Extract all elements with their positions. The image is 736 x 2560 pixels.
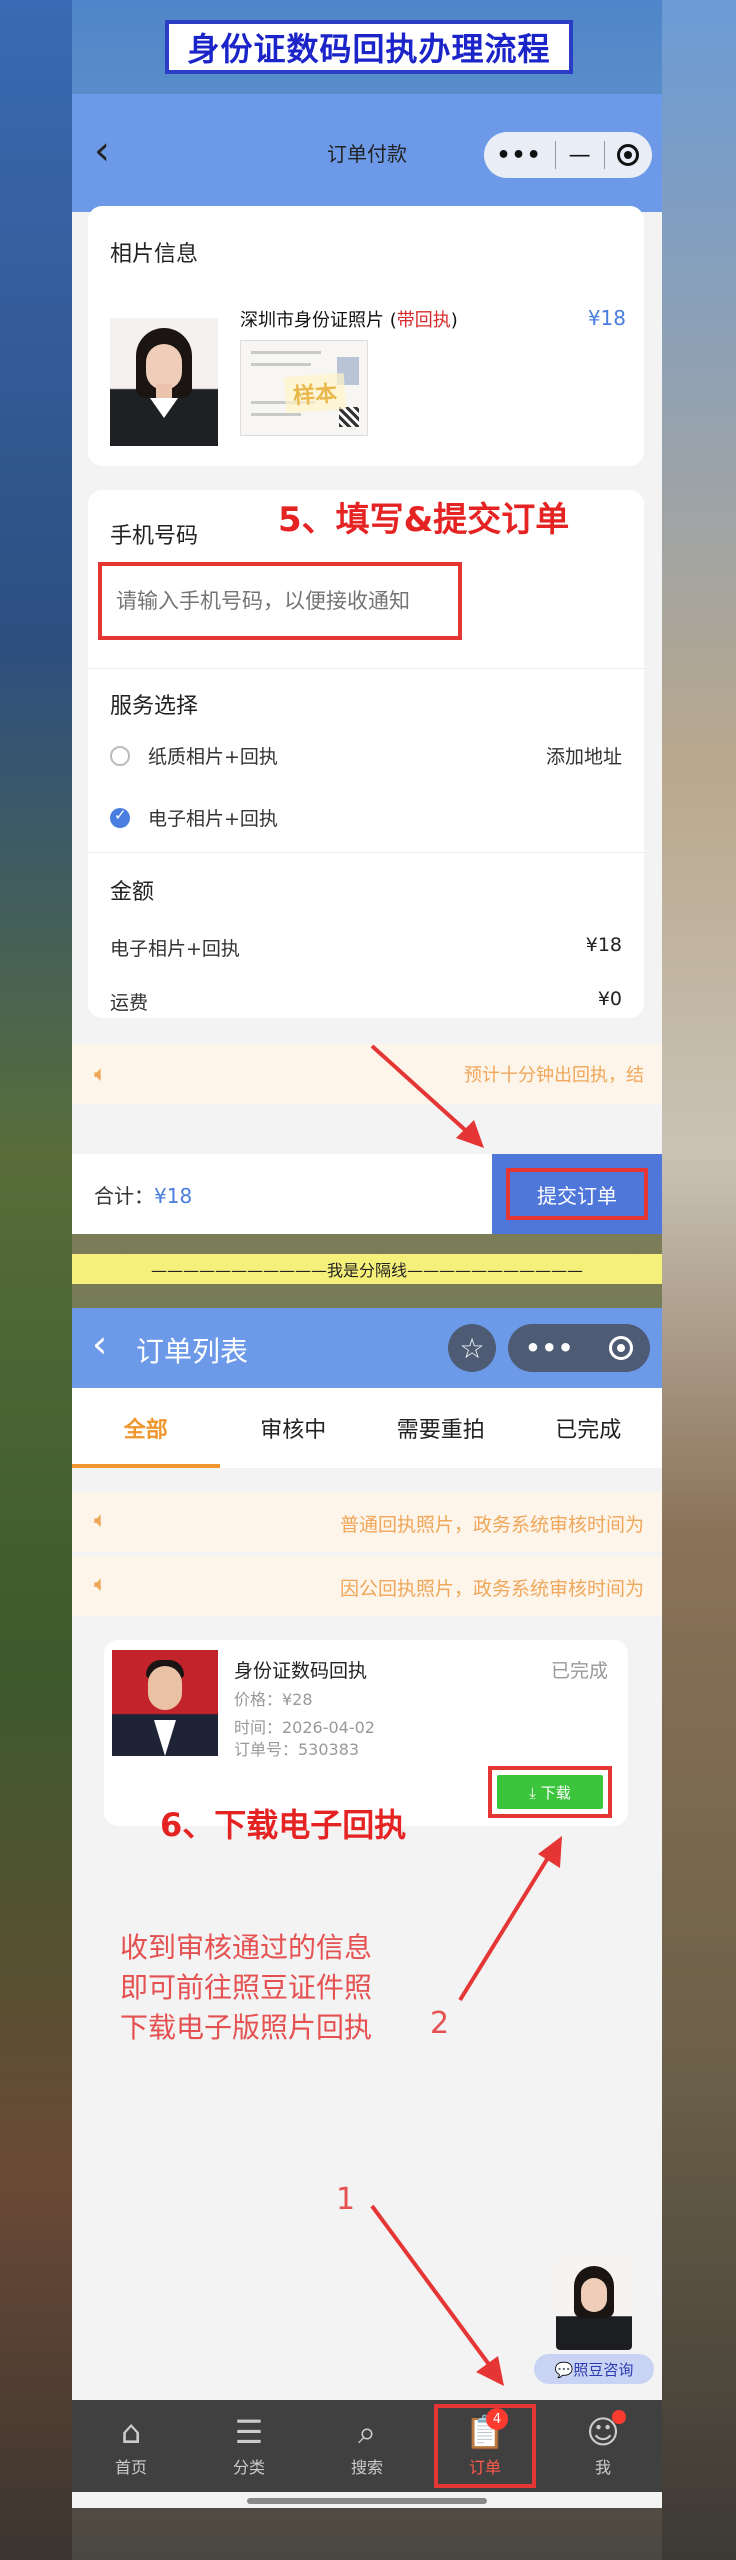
- amount-row-value: ¥18: [585, 934, 622, 956]
- product-name: 深圳市身份证照片 (带回执): [240, 310, 458, 331]
- download-highlight: ⤓ 下载: [488, 1766, 612, 1818]
- notice-bar: 🔈︎ 因公回执照片，政务系统审核时间为: [72, 1556, 662, 1616]
- marker-1: 1: [336, 2182, 356, 2217]
- background-right: [662, 0, 736, 2560]
- miniprogram-capsule: •••: [508, 1324, 650, 1372]
- section-title: 服务选择: [110, 694, 199, 719]
- order-card[interactable]: 身份证数码回执 已完成 价格：¥28 时间：2026-04-02 订单号：530…: [104, 1640, 628, 1826]
- speaker-icon: 🔈︎: [94, 1508, 108, 1533]
- step-5-label: 5、填写&提交订单: [278, 500, 570, 540]
- order-number: 订单号：530383: [234, 1740, 360, 1759]
- tab-all[interactable]: 全部: [72, 1388, 220, 1468]
- nav-home[interactable]: ⌂ 首页: [72, 2400, 190, 2492]
- section-title: 金额: [110, 880, 155, 905]
- radio-icon[interactable]: [110, 745, 130, 766]
- tab-reviewing[interactable]: 审核中: [220, 1388, 368, 1468]
- separator-line: ———————————我是分隔线———————————: [72, 1254, 662, 1284]
- page-title-banner: 身份证数码回执办理流程: [165, 20, 573, 74]
- sample-stamp: 样本: [283, 372, 347, 414]
- order-title: 身份证数码回执: [234, 1660, 368, 1682]
- nav-me[interactable]: ☺ 我: [544, 2400, 662, 2492]
- download-button[interactable]: ⤓ 下载: [497, 1775, 603, 1809]
- speaker-icon: 🔈︎: [94, 1061, 108, 1087]
- submit-area: 提交订单: [492, 1154, 662, 1234]
- receipt-sample-image: 样本: [240, 340, 368, 436]
- minimize-icon[interactable]: —: [569, 143, 591, 168]
- close-circle-icon[interactable]: [608, 1336, 633, 1360]
- notice-text: 因公回执照片，政务系统审核时间为: [339, 1578, 644, 1600]
- instruction-text: 收到审核通过的信息 即可前往照豆证件照 下载电子版照片回执: [120, 1931, 373, 2044]
- shipping-row-label: 运费: [110, 992, 149, 1014]
- assistant-avatar: [556, 2260, 632, 2350]
- navbar-title: 订单列表: [136, 1335, 249, 1368]
- section-title: 手机号码: [110, 524, 199, 549]
- shipping-row-value: ¥0: [597, 988, 622, 1010]
- photo-info-card: 相片信息 深圳市身份证照片 (带回执) ¥18 样本: [88, 206, 644, 466]
- notice-bar: 🔈︎ 预计十分钟出回执，结: [72, 1044, 662, 1104]
- order-form-card: 手机号码 5、填写&提交订单 服务选择 纸质相片+回执 添加地址 电子相片+回执…: [88, 490, 644, 1018]
- order-list-navbar: ‹ 订单列表 ☆ •••: [72, 1308, 662, 1388]
- search-icon: ⌕: [358, 2413, 376, 2451]
- notification-dot: [612, 2410, 626, 2424]
- bottom-tab-bar: ⌂ 首页 ☰ 分类 ⌕ 搜索 📋 订单 4 ☺ 我: [72, 2400, 662, 2492]
- home-icon: ⌂: [120, 2413, 142, 2451]
- amount-row-label: 电子相片+回执: [110, 938, 240, 960]
- tab-completed[interactable]: 已完成: [515, 1388, 663, 1468]
- order-time: 时间：2026-04-02: [234, 1718, 375, 1737]
- service-option-paper[interactable]: 纸质相片+回执: [110, 742, 278, 769]
- miniprogram-capsule: ••• —: [484, 132, 652, 178]
- nav-orders-highlight: [434, 2404, 536, 2488]
- service-option-digital[interactable]: 电子相片+回执: [110, 804, 278, 831]
- more-icon[interactable]: •••: [525, 1334, 574, 1362]
- notice-text: 预计十分钟出回执，结: [464, 1065, 644, 1086]
- phone-input[interactable]: [114, 588, 458, 614]
- nav-search[interactable]: ⌕ 搜索: [308, 2400, 426, 2492]
- notice-bar: 🔈︎ 普通回执照片，政务系统审核时间为: [72, 1492, 662, 1552]
- total-amount: 合计：¥18: [94, 1184, 193, 1208]
- marker-2: 2: [430, 2006, 450, 2041]
- add-address-link[interactable]: 添加地址: [546, 742, 622, 769]
- submit-order-button[interactable]: 提交订单: [506, 1168, 648, 1220]
- radio-checked-icon[interactable]: [110, 806, 130, 828]
- notice-text: 普通回执照片，政务系统审核时间为: [339, 1514, 644, 1536]
- section-title: 相片信息: [110, 242, 199, 267]
- star-icon[interactable]: ☆: [448, 1324, 496, 1372]
- checkout-screen: ‹ 订单付款 ••• — 相片信息 深圳市身份证照片 (带回执) ¥18 样本 …: [72, 94, 662, 1234]
- order-photo-thumbnail: [112, 1650, 218, 1756]
- order-status: 已完成: [550, 1660, 608, 1682]
- more-icon[interactable]: •••: [496, 143, 541, 168]
- category-icon: ☰: [234, 2413, 264, 2451]
- step-6-label: 6、下载电子回执: [160, 1806, 407, 1844]
- id-photo-thumbnail: [110, 318, 218, 446]
- product-price: ¥18: [587, 306, 626, 330]
- tab-retake[interactable]: 需要重拍: [367, 1388, 515, 1468]
- nav-orders[interactable]: 📋 订单 4: [426, 2400, 544, 2492]
- order-price: 价格：¥28: [234, 1690, 313, 1709]
- checkout-navbar: ‹ 订单付款 ••• —: [72, 94, 662, 212]
- speaker-icon: 🔈︎: [94, 1572, 108, 1597]
- order-tabs: 全部 审核中 需要重拍 已完成: [72, 1388, 662, 1468]
- checkout-footer: 合计：¥18 提交订单: [72, 1154, 662, 1234]
- order-list-screen: ‹ 订单列表 ☆ ••• 全部 审核中 需要重拍 已完成 🔈︎ 普通回执照片，政…: [72, 1308, 662, 2508]
- nav-category[interactable]: ☰ 分类: [190, 2400, 308, 2492]
- phone-input-highlight: [98, 562, 462, 640]
- order-count-badge: 4: [486, 2408, 508, 2430]
- consult-button[interactable]: 💬照豆咨询: [534, 2354, 654, 2384]
- close-circle-icon[interactable]: [617, 144, 640, 166]
- back-icon[interactable]: ‹: [92, 1322, 107, 1366]
- consult-assistant[interactable]: 💬照豆咨询: [534, 2260, 654, 2390]
- background-left: [0, 0, 72, 2560]
- home-indicator: [247, 2498, 487, 2504]
